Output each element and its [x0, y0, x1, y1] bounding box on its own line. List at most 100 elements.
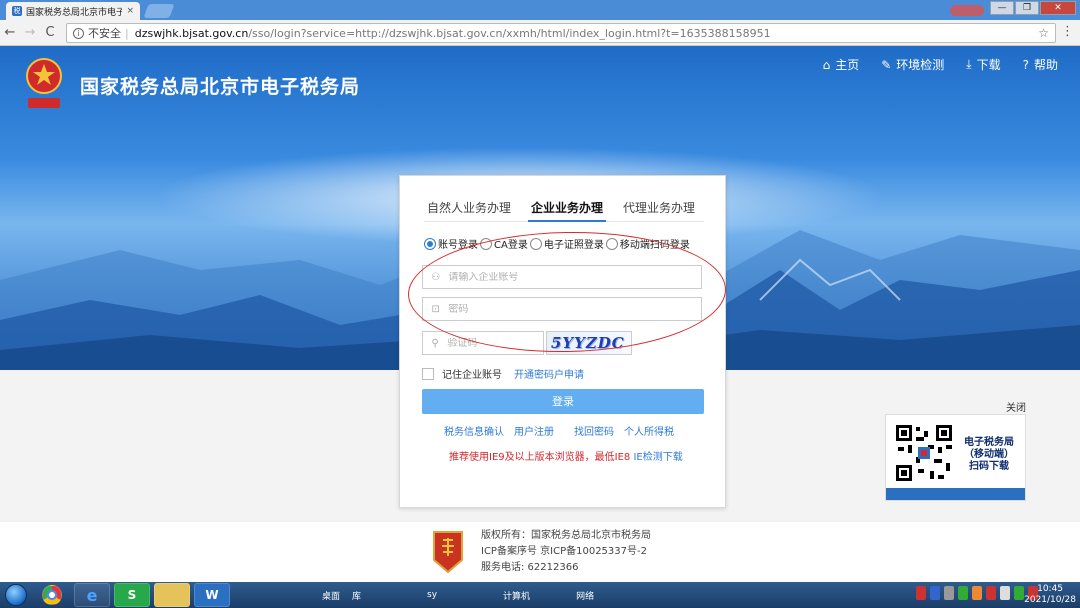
qr-caption-line2: （移动端）	[964, 449, 1014, 460]
windows-logo-icon	[5, 584, 27, 606]
home-icon: ⌂	[822, 57, 831, 72]
forward-icon[interactable]: →	[20, 25, 40, 40]
taskbar-library-label[interactable]: 库	[352, 589, 361, 602]
clock-time: 10:45	[1037, 584, 1064, 594]
login-panel: 自然人业务办理 企业业务办理 代理业务办理 账号登录 CA登录 电子证照登录 移…	[399, 175, 726, 508]
taskbar-clock[interactable]: 10:45 2021/10/28	[1024, 584, 1076, 606]
radio-indicator[interactable]	[605, 237, 618, 250]
tray-icon[interactable]	[1000, 586, 1010, 600]
taskbar-s-icon[interactable]: S	[114, 583, 150, 607]
address-bar[interactable]: i 不安全 | dzswjhk.bjsat.gov.cn /sso/login?…	[66, 23, 1056, 43]
qr-close-button[interactable]: 关闭	[1006, 399, 1026, 414]
tray-icon[interactable]	[916, 586, 926, 600]
url-path: /sso/login?service=http://dzswjhk.bjsat.…	[248, 26, 771, 40]
recover-password-link[interactable]: 找回密码	[574, 423, 614, 438]
start-button[interactable]	[0, 582, 32, 608]
taskbar-network-label[interactable]: 网络	[576, 589, 594, 602]
business-tabs: 自然人业务办理 企业业务办理 代理业务办理	[424, 200, 704, 222]
qr-code-icon	[894, 423, 954, 483]
bookmark-star-icon[interactable]: ☆	[1038, 26, 1049, 40]
nav-download-label: 下载	[976, 58, 1001, 72]
radio-label: CA登录	[494, 240, 528, 251]
nav-help[interactable]: ? 帮助	[1023, 56, 1058, 73]
tab-title: 国家税务总局北京市电子	[26, 7, 123, 18]
maximize-button[interactable]: ❐	[1015, 1, 1039, 15]
password-input[interactable]	[448, 303, 693, 315]
clock-date: 2021/10/28	[1024, 595, 1076, 605]
apply-password-link[interactable]: 开通密码户申请	[514, 366, 584, 381]
close-window-button[interactable]: ✕	[1040, 1, 1076, 15]
account-input[interactable]	[448, 271, 693, 283]
system-tray	[916, 586, 1038, 600]
site-info-icon[interactable]: i	[73, 27, 84, 39]
radio-label: 移动端扫码登录	[619, 240, 690, 251]
browser-menu-icon[interactable]: ⋮	[1061, 25, 1074, 38]
url-host: dzswjhk.bjsat.gov.cn	[134, 26, 249, 40]
radio-indicator[interactable]	[529, 237, 542, 250]
footer-info: 版权所有：国家税务总局北京市税务局 ICP备案序号 京ICP备10025337号…	[481, 528, 651, 576]
tab-enterprise[interactable]: 企业业务办理	[528, 200, 607, 222]
profile-badge[interactable]	[950, 5, 984, 16]
taskbar-desktop-label[interactable]: 桌面	[322, 589, 340, 602]
nav-help-label: 帮助	[1033, 58, 1058, 72]
search-icon: ⚲	[431, 337, 439, 349]
site-favicon-icon: 税	[12, 6, 22, 16]
browser-notice: 推荐使用IE9及以上版本浏览器，最低IE8 IE检测下载	[449, 448, 683, 463]
tray-icon[interactable]	[1014, 586, 1024, 600]
taskbar-ie-icon[interactable]: e	[74, 583, 110, 607]
footer-icp: ICP备案序号 京ICP备10025337号-2	[481, 546, 647, 557]
wrench-icon: ✎	[881, 57, 892, 72]
nav-home[interactable]: ⌂ 主页	[823, 56, 860, 73]
captcha-image[interactable]: 5YYZDC	[546, 331, 632, 355]
top-navigation: ⌂ 主页 ✎ 环境检测 ⤓ 下载 ? 帮助	[823, 56, 1058, 73]
back-icon[interactable]: ←	[0, 25, 20, 40]
ie-check-download-link[interactable]: IE检测下载	[633, 452, 682, 463]
lock-icon: ⊡	[431, 303, 440, 315]
radio-mobile-scan-login[interactable]: 移动端扫码登录	[605, 236, 690, 251]
taskbar-sy-label[interactable]: sy	[427, 590, 437, 600]
personal-income-tax-link[interactable]: 个人所得税	[624, 423, 674, 438]
nav-download[interactable]: ⤓ 下载	[966, 56, 1000, 73]
tray-icon[interactable]	[930, 586, 940, 600]
tray-icon[interactable]	[958, 586, 968, 600]
mobile-app-qr-panel: 电子税务局 （移动端） 扫码下载	[885, 414, 1026, 501]
minimize-button[interactable]: —	[990, 1, 1014, 15]
tray-icon[interactable]	[944, 586, 954, 600]
browser-notice-text: 推荐使用IE9及以上版本浏览器，最低IE8	[449, 452, 631, 463]
browser-tab[interactable]: 税 国家税务总局北京市电子 ×	[6, 2, 140, 20]
radio-indicator[interactable]	[480, 237, 492, 250]
tab-agent[interactable]: 代理业务办理	[620, 200, 698, 222]
qr-caption-line3: 扫码下载	[969, 461, 1009, 472]
new-tab-button[interactable]	[143, 4, 175, 18]
remember-checkbox[interactable]	[422, 367, 434, 380]
site-title: 国家税务总局北京市电子税务局	[80, 76, 361, 98]
tray-icon[interactable]	[972, 586, 982, 600]
captcha-input[interactable]	[447, 337, 535, 349]
remember-row: 记住企业账号 开通密码户申请	[422, 366, 584, 381]
national-emblem-icon	[26, 58, 62, 108]
taskbar-computer-label[interactable]: 计算机	[503, 589, 530, 602]
radio-account-login[interactable]: 账号登录	[424, 236, 478, 251]
taskbar-word-icon[interactable]: W	[194, 583, 230, 607]
windows-taskbar: e S W 桌面 库 sy 计算机 网络 10:45 2021/10/28	[0, 582, 1080, 608]
tab-individual[interactable]: 自然人业务办理	[424, 200, 514, 222]
window-controls: — ❐ ✕	[990, 1, 1076, 15]
tax-info-confirm-link[interactable]: 税务信息确认	[444, 423, 504, 438]
nav-environment-check[interactable]: ✎ 环境检测	[881, 56, 944, 73]
auxiliary-links: 税务信息确认 用户注册 找回密码 个人所得税	[444, 423, 674, 438]
tray-icon[interactable]	[986, 586, 996, 600]
radio-e-license-login[interactable]: 电子证照登录	[529, 236, 604, 251]
reload-icon[interactable]: C	[40, 25, 60, 40]
login-method-group: 账号登录 CA登录 电子证照登录 移动端扫码登录	[424, 236, 690, 251]
register-link[interactable]: 用户注册	[514, 423, 554, 438]
radio-ca-login[interactable]: CA登录	[480, 236, 528, 251]
radio-indicator[interactable]	[424, 237, 436, 250]
login-button[interactable]: 登录	[422, 389, 704, 414]
footer-phone: 服务电话: 62212366	[481, 562, 579, 573]
browser-tabstrip: 税 国家税务总局北京市电子 × — ❐ ✕	[0, 0, 1080, 20]
account-field: ⚇	[422, 265, 702, 289]
close-tab-icon[interactable]: ×	[126, 6, 134, 16]
download-icon: ⤓	[966, 57, 972, 71]
taskbar-folder-icon[interactable]	[154, 583, 190, 607]
taskbar-chrome-icon[interactable]	[42, 585, 62, 605]
